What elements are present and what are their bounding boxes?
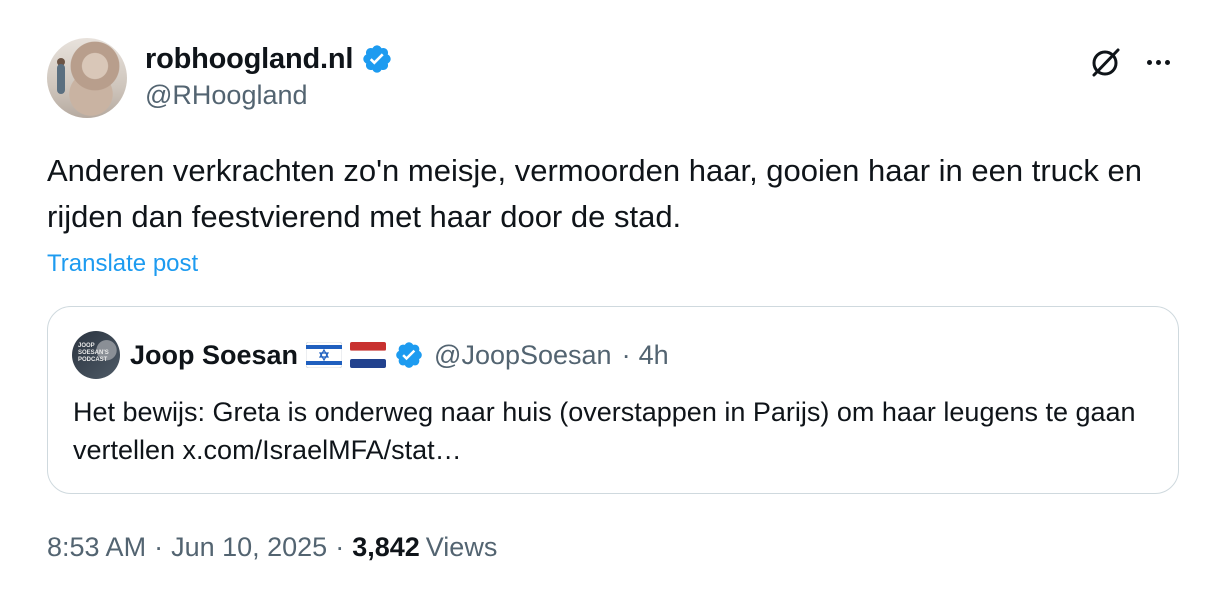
verified-badge-icon[interactable] bbox=[361, 43, 393, 75]
author-display-name[interactable]: robhoogland.nl bbox=[145, 43, 353, 76]
views-label: Views bbox=[425, 532, 498, 562]
post-meta: 8:53 AM · Jun 10, 2025 · 3,842 Views bbox=[47, 532, 497, 563]
author-avatar[interactable] bbox=[47, 38, 127, 118]
quoted-verified-badge-icon[interactable] bbox=[394, 340, 424, 370]
author-handle[interactable]: @RHoogland bbox=[145, 80, 308, 111]
grok-icon[interactable] bbox=[1088, 44, 1124, 80]
quoted-handle[interactable]: @JoopSoesan bbox=[434, 340, 612, 371]
israel-flag-icon bbox=[306, 342, 343, 368]
tweet-card: robhoogland.nl @RHoogland Anderen verkra… bbox=[0, 0, 1216, 600]
quoted-author-avatar[interactable]: JOOP SOESAN'S PODCAST bbox=[72, 331, 120, 379]
quoted-time[interactable]: 4h bbox=[639, 340, 669, 371]
meta-separator: · bbox=[154, 532, 164, 562]
post-text: Anderen verkrachten zo'n meisje, vermoor… bbox=[47, 153, 1143, 234]
meta-separator: · bbox=[335, 532, 345, 562]
quoted-avatar-text: JOOP SOESAN'S PODCAST bbox=[78, 343, 109, 363]
quoted-separator: · bbox=[621, 339, 631, 370]
quoted-post-text: Het bewijs: Greta is onderweg naar huis … bbox=[73, 397, 1136, 465]
author-name-row: robhoogland.nl bbox=[145, 40, 393, 78]
post-time[interactable]: 8:53 AM bbox=[47, 532, 146, 563]
translate-post-link[interactable]: Translate post bbox=[47, 250, 198, 278]
more-options-icon[interactable] bbox=[1140, 48, 1176, 76]
post-date[interactable]: Jun 10, 2025 bbox=[171, 532, 327, 563]
quoted-display-name[interactable]: Joop Soesan bbox=[130, 340, 298, 371]
quoted-header: Joop Soesan @JoopSoesan · 4h bbox=[130, 335, 669, 375]
quoted-post[interactable]: JOOP SOESAN'S PODCAST Joop Soesan @JoopS… bbox=[47, 306, 1179, 494]
avatar-figure-body bbox=[57, 64, 65, 94]
views-count: 3,842 bbox=[352, 532, 420, 562]
netherlands-flag-icon bbox=[350, 342, 387, 368]
